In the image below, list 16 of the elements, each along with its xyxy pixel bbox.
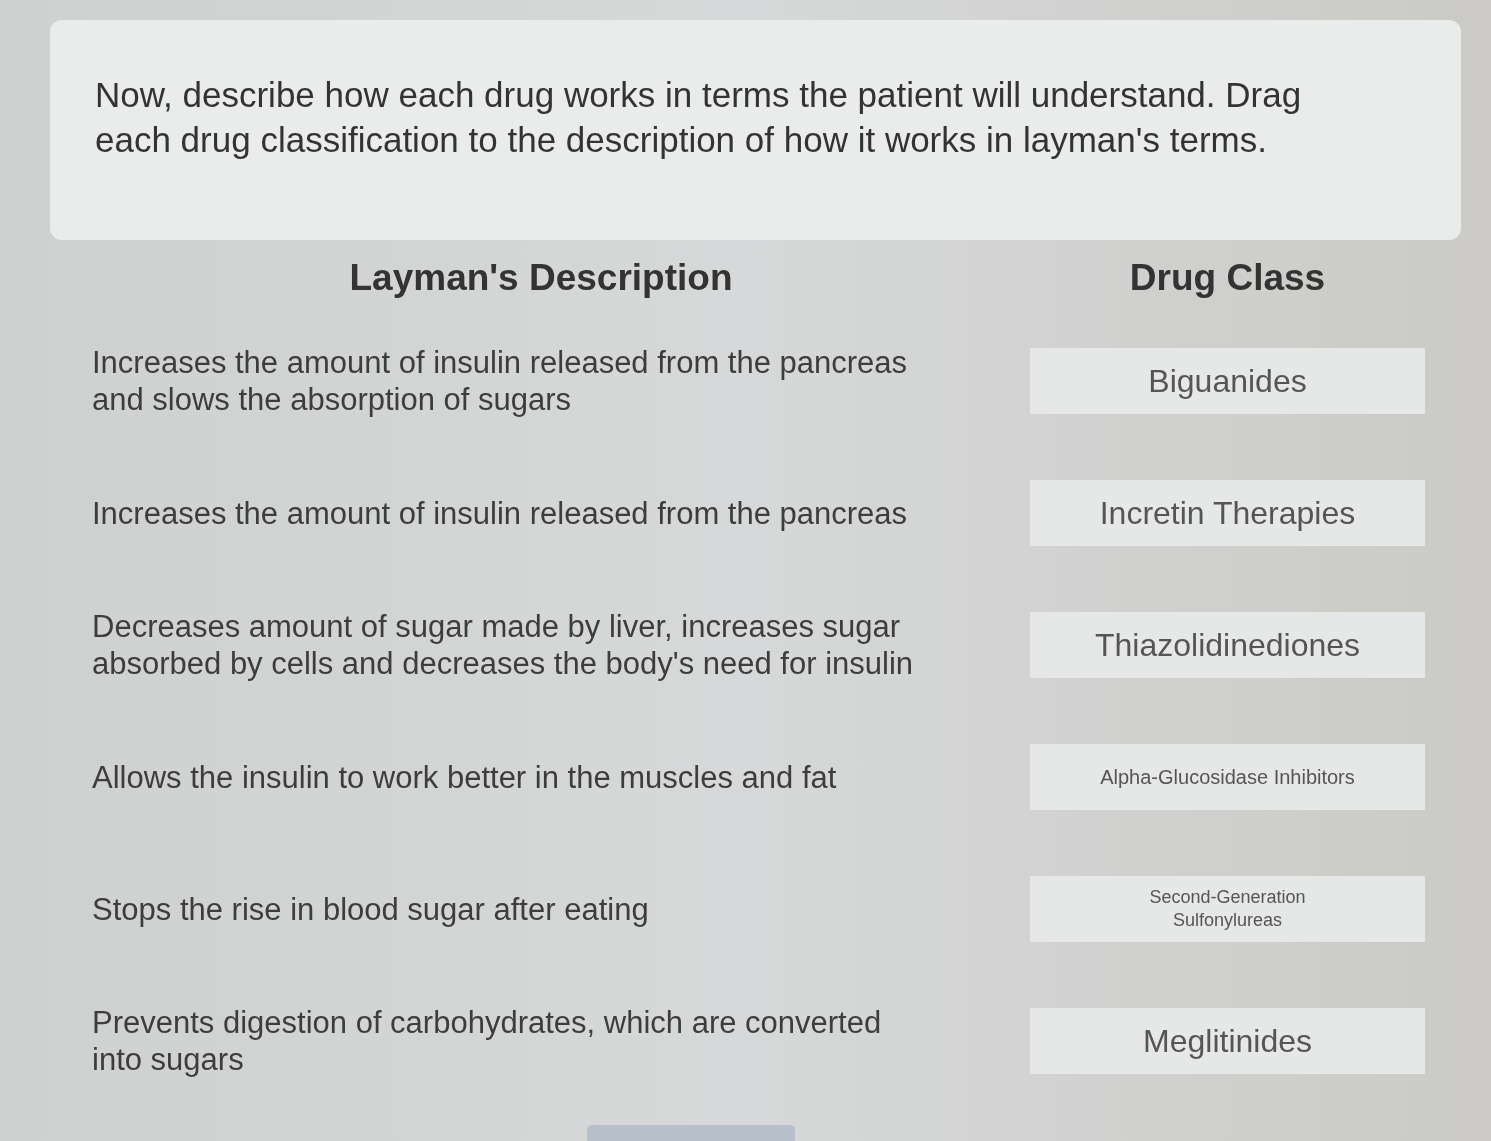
description-text: Stops the rise in blood sugar after eating: [92, 890, 649, 928]
column-heading: Layman's Description: [349, 256, 733, 299]
instructions-text: Now, describe how each drug works in terms the patient will understand. Drag each drug classification to the description of how it works in layman's terms.: [95, 74, 1303, 161]
description-text: Increases the amount of insulin released from the pancreas: [92, 494, 908, 532]
drug-class-chip[interactable]: Biguanides: [1030, 348, 1425, 414]
description-text: Allows the insulin to work better in the muscles and fat: [92, 758, 837, 796]
drug-class-chip[interactable]: Alpha-Glucosidase Inhibitors: [1030, 744, 1425, 810]
drug-class-chip[interactable]: Incretin Therapies: [1030, 480, 1425, 546]
description-text: Increases the amount of insulin released from the pancreas and slows the absorption of sugars: [92, 344, 909, 418]
drug-class-chip[interactable]: Meglitinides: [1030, 1008, 1425, 1074]
description-text: Decreases amount of sugar made by liver, increases sugar absorbed by cells and decreases the body's need for insulin: [92, 608, 915, 682]
column-heading: Drug Class: [1129, 256, 1326, 299]
description-text: Prevents digestion of carbohydrates, which are converted into sugars: [92, 1004, 883, 1078]
drug-class-chip[interactable]: Second-Generation Sulfonylureas: [1030, 876, 1425, 942]
drug-class-chip[interactable]: Thiazolidinediones: [1030, 612, 1425, 678]
button[interactable]: [586, 1125, 795, 1141]
